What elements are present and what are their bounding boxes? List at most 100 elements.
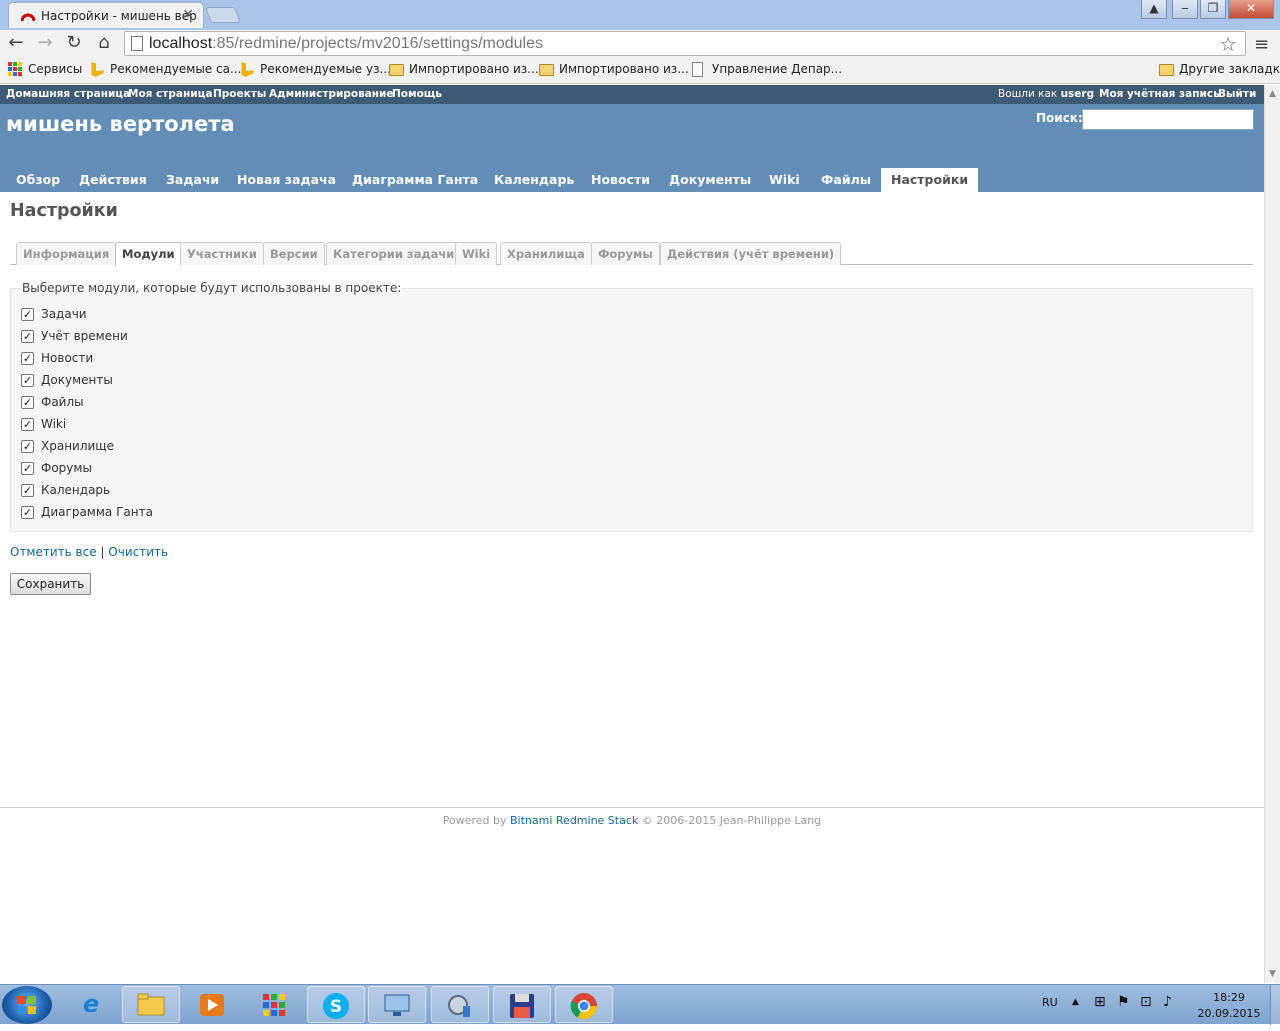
scroll-down-icon[interactable]: ▼ bbox=[1269, 969, 1276, 979]
media-player-icon[interactable] bbox=[183, 986, 241, 1023]
tab-close-icon[interactable]: ✕ bbox=[182, 7, 194, 23]
menu-calendar[interactable]: Календарь bbox=[494, 172, 574, 187]
menu-documents[interactable]: Документы bbox=[669, 172, 751, 187]
menu-files[interactable]: Файлы bbox=[821, 172, 871, 187]
other-bookmarks[interactable]: Другие закладки bbox=[1159, 62, 1280, 76]
bookmark-apps[interactable]: Сервисы bbox=[8, 62, 82, 77]
module-gantt[interactable]: ✓ Диаграмма Ганта bbox=[21, 505, 153, 519]
language-indicator[interactable]: RU bbox=[1042, 996, 1058, 1009]
save-button[interactable]: Сохранить bbox=[10, 573, 91, 595]
module-time-tracking[interactable]: ✓ Учёт времени bbox=[21, 329, 128, 343]
chrome-menu-icon[interactable]: ≡ bbox=[1254, 34, 1269, 55]
module-issues[interactable]: ✓ Задачи bbox=[21, 307, 87, 321]
bookmark-folder[interactable]: Импортировано из... bbox=[539, 62, 689, 76]
bookmark-item[interactable]: Управление Депар... bbox=[692, 62, 842, 77]
bookmark-item[interactable]: Рекомендуемые уз... bbox=[240, 62, 391, 77]
tab-categories[interactable]: Категории задачи bbox=[326, 242, 462, 265]
apps-launcher-icon[interactable] bbox=[245, 986, 303, 1023]
module-files[interactable]: ✓ Файлы bbox=[21, 395, 84, 409]
scroll-up-icon[interactable]: ▲ bbox=[1269, 89, 1276, 99]
menu-settings[interactable]: Настройки bbox=[881, 168, 979, 192]
top-link-my-account[interactable]: Моя учётная запись bbox=[1099, 88, 1220, 100]
explorer-icon[interactable] bbox=[122, 986, 180, 1023]
network-icon[interactable]: ⊡ bbox=[1140, 994, 1152, 1010]
module-forums[interactable]: ✓ Форумы bbox=[21, 461, 92, 475]
back-icon[interactable]: ← bbox=[5, 32, 27, 54]
checkbox-checked-icon[interactable]: ✓ bbox=[21, 506, 34, 519]
menu-issues[interactable]: Задачи bbox=[166, 172, 219, 187]
page-scrollbar[interactable]: ▲ ▼ bbox=[1264, 85, 1280, 983]
tab-modules[interactable]: Модули bbox=[115, 242, 182, 266]
start-button[interactable] bbox=[2, 986, 52, 1024]
tab-activities[interactable]: Действия (учёт времени) bbox=[660, 242, 842, 265]
skype-icon[interactable]: S bbox=[307, 986, 365, 1023]
tab-members[interactable]: Участники bbox=[180, 242, 264, 265]
tab-wiki[interactable]: Wiki bbox=[455, 242, 498, 265]
checkbox-checked-icon[interactable]: ✓ bbox=[21, 352, 34, 365]
menu-news[interactable]: Новости bbox=[591, 172, 650, 187]
module-calendar[interactable]: ✓ Календарь bbox=[21, 483, 110, 497]
checkbox-checked-icon[interactable]: ✓ bbox=[21, 418, 34, 431]
module-wiki[interactable]: ✓ Wiki bbox=[21, 417, 66, 431]
footer: Powered by Bitnami Redmine Stack © 2006-… bbox=[0, 814, 1264, 827]
tab-info[interactable]: Информация bbox=[16, 242, 117, 265]
address-bar[interactable]: localhost:85/redmine/projects/mv2016/set… bbox=[124, 31, 1246, 56]
bookmark-item[interactable]: Рекомендуемые са... bbox=[90, 62, 241, 77]
tab-versions[interactable]: Версии bbox=[263, 242, 325, 265]
checkbox-checked-icon[interactable]: ✓ bbox=[21, 330, 34, 343]
control-panel-icon[interactable] bbox=[431, 986, 489, 1023]
close-window-icon[interactable]: ✕ bbox=[1228, 0, 1274, 19]
internet-explorer-icon[interactable]: e bbox=[62, 986, 120, 1023]
remote-desktop-icon[interactable] bbox=[368, 986, 426, 1023]
home-icon[interactable]: ⌂ bbox=[93, 32, 115, 54]
browser-tab[interactable]: Настройки - мишень вер ✕ bbox=[8, 2, 204, 28]
checkbox-checked-icon[interactable]: ✓ bbox=[21, 396, 34, 409]
new-tab-button[interactable] bbox=[205, 7, 241, 23]
top-link-projects[interactable]: Проекты bbox=[213, 88, 266, 100]
action-center-flag-icon[interactable]: ⚑ bbox=[1117, 994, 1130, 1010]
modules-legend: Выберите модули, которые будут использов… bbox=[20, 281, 404, 295]
reload-icon[interactable]: ↻ bbox=[63, 32, 85, 54]
tab-repositories[interactable]: Хранилища bbox=[500, 242, 592, 265]
module-documents[interactable]: ✓ Документы bbox=[21, 373, 113, 387]
footer-link[interactable]: Bitnami Redmine Stack bbox=[510, 814, 638, 827]
bookmark-folder[interactable]: Импортировано из... bbox=[389, 62, 539, 76]
module-news[interactable]: ✓ Новости bbox=[21, 351, 93, 365]
top-link-home[interactable]: Домашняя страница bbox=[6, 88, 130, 100]
top-link-admin[interactable]: Администрирование bbox=[269, 88, 394, 100]
checkbox-checked-icon[interactable]: ✓ bbox=[21, 440, 34, 453]
tab-forums[interactable]: Форумы bbox=[591, 242, 660, 265]
menu-new-issue[interactable]: Новая задача bbox=[237, 172, 336, 187]
footer-divider bbox=[0, 807, 1264, 808]
taskbar-clock[interactable]: 18:29 20.09.2015 bbox=[1196, 990, 1262, 1022]
top-link-logout[interactable]: Выйти bbox=[1218, 88, 1256, 100]
menu-gantt[interactable]: Диаграмма Ганта bbox=[352, 172, 478, 187]
bookmark-star-icon[interactable]: ☆ bbox=[1219, 32, 1237, 56]
module-label: Форумы bbox=[41, 461, 92, 475]
search-input[interactable] bbox=[1082, 109, 1254, 130]
checkbox-checked-icon[interactable]: ✓ bbox=[21, 308, 34, 321]
checkbox-checked-icon[interactable]: ✓ bbox=[21, 484, 34, 497]
chrome-icon[interactable] bbox=[555, 986, 613, 1023]
top-menu: Домашняя страница Моя страница Проекты А… bbox=[0, 85, 1264, 104]
checkbox-checked-icon[interactable]: ✓ bbox=[21, 374, 34, 387]
module-repository[interactable]: ✓ Хранилище bbox=[21, 439, 114, 453]
project-title: мишень вертолета bbox=[6, 112, 235, 136]
menu-wiki[interactable]: Wiki bbox=[769, 172, 800, 187]
user-icon[interactable]: ▲ bbox=[1141, 0, 1167, 19]
show-desktop-button[interactable] bbox=[1270, 985, 1280, 1025]
restore-icon[interactable]: ❐ bbox=[1200, 0, 1226, 19]
minimize-icon[interactable]: ‒ bbox=[1172, 0, 1198, 19]
checkbox-checked-icon[interactable]: ✓ bbox=[21, 462, 34, 475]
top-link-help[interactable]: Помощь bbox=[392, 88, 442, 100]
tray-windows-icon[interactable]: ⊞ bbox=[1094, 994, 1106, 1010]
volume-icon[interactable]: ♪ bbox=[1163, 994, 1172, 1010]
forward-icon[interactable]: → bbox=[34, 32, 56, 54]
tray-expand-icon[interactable]: ▲ bbox=[1072, 997, 1079, 1007]
menu-overview[interactable]: Обзор bbox=[16, 172, 60, 187]
menu-activity[interactable]: Действия bbox=[79, 172, 147, 187]
save-disk-icon[interactable] bbox=[493, 986, 551, 1023]
clear-all-link[interactable]: Очистить bbox=[108, 545, 168, 559]
check-all-link[interactable]: Отметить все bbox=[10, 545, 97, 559]
top-link-my-page[interactable]: Моя страница bbox=[128, 88, 212, 100]
